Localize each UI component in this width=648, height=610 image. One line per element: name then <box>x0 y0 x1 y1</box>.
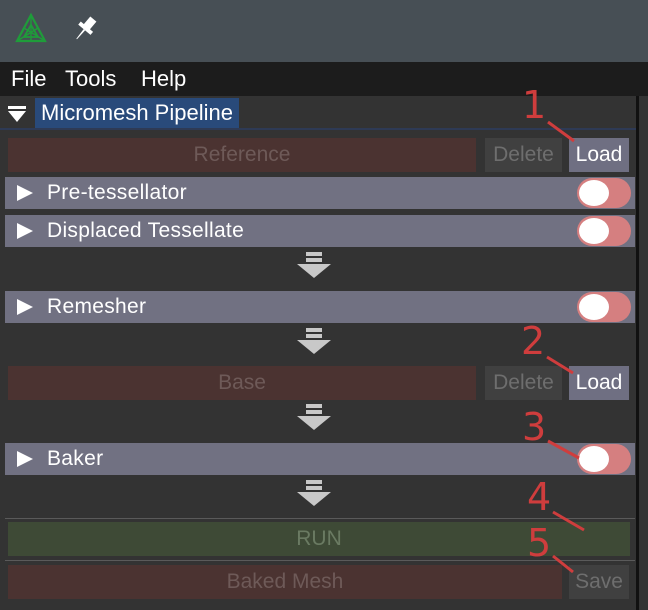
annotation-2: 2 <box>521 319 546 363</box>
displaced-tessellate-toggle[interactable] <box>577 216 631 246</box>
pin-icon[interactable] <box>70 14 100 44</box>
stage-label: Baker <box>47 447 104 470</box>
caret-right-icon <box>17 451 33 467</box>
toggle-knob <box>579 294 609 320</box>
panel-title[interactable]: Micromesh Pipeline <box>35 98 239 128</box>
pre-tessellator-toggle[interactable] <box>577 178 631 208</box>
caret-right-icon <box>17 299 33 315</box>
menu-tools[interactable]: Tools <box>65 66 116 92</box>
title-bar <box>0 0 648 62</box>
down-arrow-icon <box>297 404 331 430</box>
menu-help[interactable]: Help <box>141 66 186 92</box>
toggle-knob <box>579 218 609 244</box>
toggle-knob <box>579 180 609 206</box>
reference-load-button[interactable]: Load <box>569 138 629 172</box>
menu-bar: File Tools Help <box>0 62 648 96</box>
caret-down-icon[interactable] <box>8 106 26 122</box>
down-arrow-icon <box>297 480 331 506</box>
baked-mesh-slot: Baked Mesh <box>8 565 562 599</box>
remesher-toggle[interactable] <box>577 292 631 322</box>
menu-file[interactable]: File <box>11 66 46 92</box>
annotation-3: 3 <box>522 405 547 449</box>
stage-label: Displaced Tessellate <box>47 219 245 242</box>
base-delete-button[interactable]: Delete <box>485 366 562 400</box>
caret-right-icon <box>17 223 33 239</box>
annotation-5: 5 <box>527 521 552 565</box>
baked-mesh-save-button[interactable]: Save <box>569 565 629 599</box>
down-arrow-icon <box>297 252 331 278</box>
toggle-knob <box>579 446 609 472</box>
annotation-4: 4 <box>527 475 552 519</box>
stage-displaced-tessellate[interactable]: Displaced Tessellate <box>5 215 635 247</box>
caret-right-icon <box>17 185 33 201</box>
stage-label: Pre-tessellator <box>47 181 187 204</box>
base-load-button[interactable]: Load <box>569 366 629 400</box>
stage-label: Remesher <box>47 295 147 318</box>
triangle-mesh-icon <box>15 12 47 43</box>
scrollbar[interactable] <box>636 96 639 610</box>
down-arrow-icon <box>297 328 331 354</box>
annotation-1: 1 <box>522 83 547 127</box>
reference-delete-button[interactable]: Delete <box>485 138 562 172</box>
stage-pre-tessellator[interactable]: Pre-tessellator <box>5 177 635 209</box>
baker-toggle[interactable] <box>577 444 631 474</box>
reference-slot: Reference <box>8 138 476 172</box>
base-slot: Base <box>8 366 476 400</box>
